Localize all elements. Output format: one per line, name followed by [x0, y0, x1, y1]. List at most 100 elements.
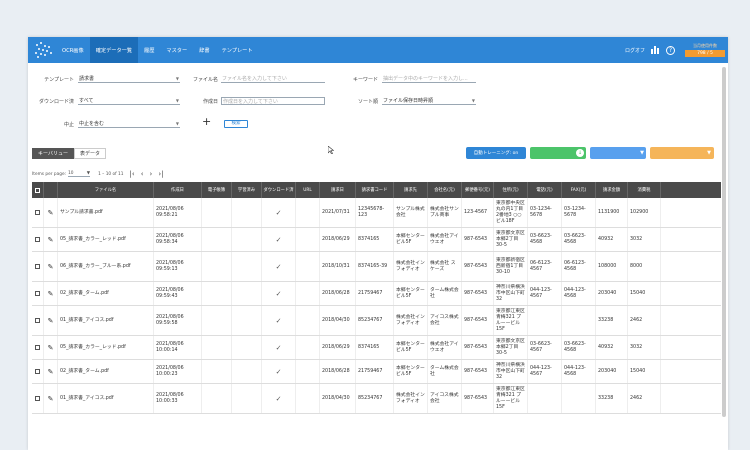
url-cell [296, 228, 320, 251]
auto-training-button[interactable]: 自動トレーニング: on [466, 147, 526, 159]
row-checkbox[interactable] [35, 396, 40, 401]
edit-pencil-icon[interactable]: ✎ [48, 209, 54, 216]
company-cell: 株式会社 スケーズ [428, 252, 462, 281]
check-icon: ✓ [275, 262, 282, 271]
column-header[interactable]: 請求金額 [596, 182, 628, 198]
column-header[interactable] [44, 182, 58, 198]
keyword-input[interactable]: 抽出データ中のキーワードを入力し... [382, 75, 476, 83]
tab-key-value[interactable]: キーバリュー [32, 148, 74, 159]
edit-pencil-icon[interactable]: ✎ [48, 236, 54, 243]
postal-cell: 987-6543 [462, 336, 494, 359]
stop-select[interactable]: 中止を含む ▼ [78, 120, 180, 128]
row-checkbox[interactable] [35, 210, 40, 215]
table-row[interactable]: ✎ 01_請求書_アイコス.pdf 2021/08/06 10:00:33 ✓ 2018… [32, 384, 721, 414]
downloaded-cell: ✓ [262, 252, 296, 281]
template-select[interactable]: 請求書 ▼ [78, 75, 180, 83]
row-checkbox[interactable] [35, 237, 40, 242]
vertical-scrollbar[interactable] [722, 67, 726, 417]
row-checkbox-cell [32, 228, 44, 251]
column-header[interactable]: URL [296, 182, 320, 198]
logo-dot [38, 48, 40, 50]
stop-value: 中止を含む [79, 121, 105, 127]
first-page-button[interactable]: |‹ [130, 170, 135, 178]
edit-pencil-icon[interactable]: ✎ [48, 290, 54, 297]
nav-dictionary[interactable]: 辞書 [193, 37, 215, 63]
green-action-button[interactable]: ↓ [530, 147, 586, 159]
edit-pencil-icon[interactable]: ✎ [48, 263, 54, 270]
column-header[interactable]: 学習済み [232, 182, 262, 198]
row-checkbox[interactable] [35, 345, 40, 350]
table-row[interactable]: ✎ 01_請求書_アイコス.pdf 2021/08/06 09:59:58 ✓ 2018… [32, 306, 721, 336]
page-range: 1 – 10 of 11 [98, 171, 124, 177]
nav-master[interactable]: マスター [160, 37, 193, 63]
download-select[interactable]: すべて ▼ [78, 97, 180, 105]
table-row[interactable]: ✎ 05_請求書_カラー_レッド.pdf 2021/08/06 10:00:14 ✓ 2… [32, 336, 721, 360]
table-row[interactable]: ✎ 05_請求書_カラー_レッド.pdf 2021/08/06 09:58:34 ✓ 2… [32, 228, 721, 252]
blue-action-button[interactable]: ▼ [590, 147, 646, 159]
created-input[interactable]: 作成日を入力して下さい [221, 97, 325, 105]
billing-to-cell: サンプル株式会社 [394, 198, 428, 227]
column-header[interactable]: 消費税 [628, 182, 661, 198]
column-header[interactable]: ファイル名 [58, 182, 154, 198]
edit-pencil-icon[interactable]: ✎ [48, 344, 54, 351]
row-checkbox[interactable] [35, 264, 40, 269]
table-body: ✎ サンプル請求書.pdf 2021/08/06 09:58:21 ✓ 2021/07/… [32, 198, 721, 414]
check-icon: ✓ [275, 367, 282, 376]
items-per-page-select[interactable]: 10 ▼ [68, 171, 91, 177]
table-row[interactable]: ✎ サンプル請求書.pdf 2021/08/06 09:58:21 ✓ 2021/07/… [32, 198, 721, 228]
filename-cell: 01_請求書_アイコス.pdf [58, 306, 154, 335]
invoice-code-cell: 21759467 [356, 360, 394, 383]
logo-dot [40, 53, 42, 55]
edit-pencil-icon[interactable]: ✎ [48, 368, 54, 375]
company-cell: アイコス株式会社 [428, 306, 462, 335]
nav-template[interactable]: テンプレート [216, 37, 259, 63]
filename-input[interactable]: ファイル名を入力して下さい [221, 75, 325, 83]
postal-cell: 987-6543 [462, 384, 494, 413]
table-row[interactable]: ✎ 06_請求書_カラー_ブルー系.pdf 2021/08/06 09:59:13 ✓… [32, 252, 721, 282]
column-header[interactable]: 電話(元) [528, 182, 562, 198]
column-header[interactable]: FAX(元) [562, 182, 596, 198]
column-header[interactable]: 請求書コード [356, 182, 394, 198]
row-checkbox[interactable] [35, 369, 40, 374]
column-header[interactable]: 電子帳簿 [202, 182, 232, 198]
table-row[interactable]: ✎ 02_請求書_ターム.pdf 2021/08/06 09:59:43 ✓ 2018/… [32, 282, 721, 306]
stats-icon[interactable] [651, 46, 660, 55]
view-tabs: キーバリュー 表データ [32, 148, 106, 159]
column-header[interactable]: 請求先 [394, 182, 428, 198]
column-header[interactable]: 住所(元) [494, 182, 528, 198]
edit-pencil-icon[interactable]: ✎ [48, 317, 54, 324]
sort-select[interactable]: ファイル保存日時昇順 ▼ [382, 97, 476, 105]
app-logo[interactable] [32, 40, 56, 60]
template-filter: テンプレート 請求書 ▼ [36, 75, 180, 83]
column-header[interactable]: ダウンロード済 [262, 182, 296, 198]
keyword-filter: キーワード 抽出データ中のキーワードを入力し... [346, 75, 476, 83]
column-header[interactable] [32, 182, 44, 198]
row-checkbox[interactable] [35, 291, 40, 296]
last-page-button[interactable]: ›| [158, 170, 163, 178]
amount-cell: 108000 [596, 252, 628, 281]
help-icon[interactable]: ? [666, 45, 675, 55]
next-page-button[interactable]: › [150, 170, 153, 178]
nav-history[interactable]: 履歴 [138, 37, 160, 63]
column-header[interactable]: 請求日 [320, 182, 356, 198]
company-cell: 株式会社サンプル商事 [428, 198, 462, 227]
table-row[interactable]: ✎ 02_請求書_ターム.pdf 2021/08/06 10:00:23 ✓ 2018/… [32, 360, 721, 384]
nav-ocr-images[interactable]: OCR画像 [56, 37, 90, 63]
search-button[interactable]: 検索 [224, 120, 248, 128]
column-header[interactable]: 郵便番号(元) [462, 182, 494, 198]
postal-cell: 987-6543 [462, 306, 494, 335]
nav-confirmed-data[interactable]: 確定データ一覧 [89, 37, 139, 63]
orange-action-button[interactable]: ▼ [650, 147, 714, 159]
logout-link[interactable]: ログオフ [625, 47, 645, 54]
select-all-checkbox[interactable] [35, 187, 40, 193]
prev-page-button[interactable]: ‹ [141, 170, 144, 178]
row-checkbox[interactable] [35, 318, 40, 323]
column-header[interactable]: 作成日 [154, 182, 202, 198]
column-header[interactable]: 会社名(元) [428, 182, 462, 198]
tab-table-data[interactable]: 表データ [73, 148, 106, 159]
add-condition-button[interactable]: + [202, 115, 211, 128]
tax-cell: 2462 [628, 306, 661, 335]
edit-pencil-icon[interactable]: ✎ [48, 395, 54, 402]
logo-dot [40, 42, 42, 44]
download-filter: ダウンロード済 すべて ▼ [36, 97, 180, 105]
